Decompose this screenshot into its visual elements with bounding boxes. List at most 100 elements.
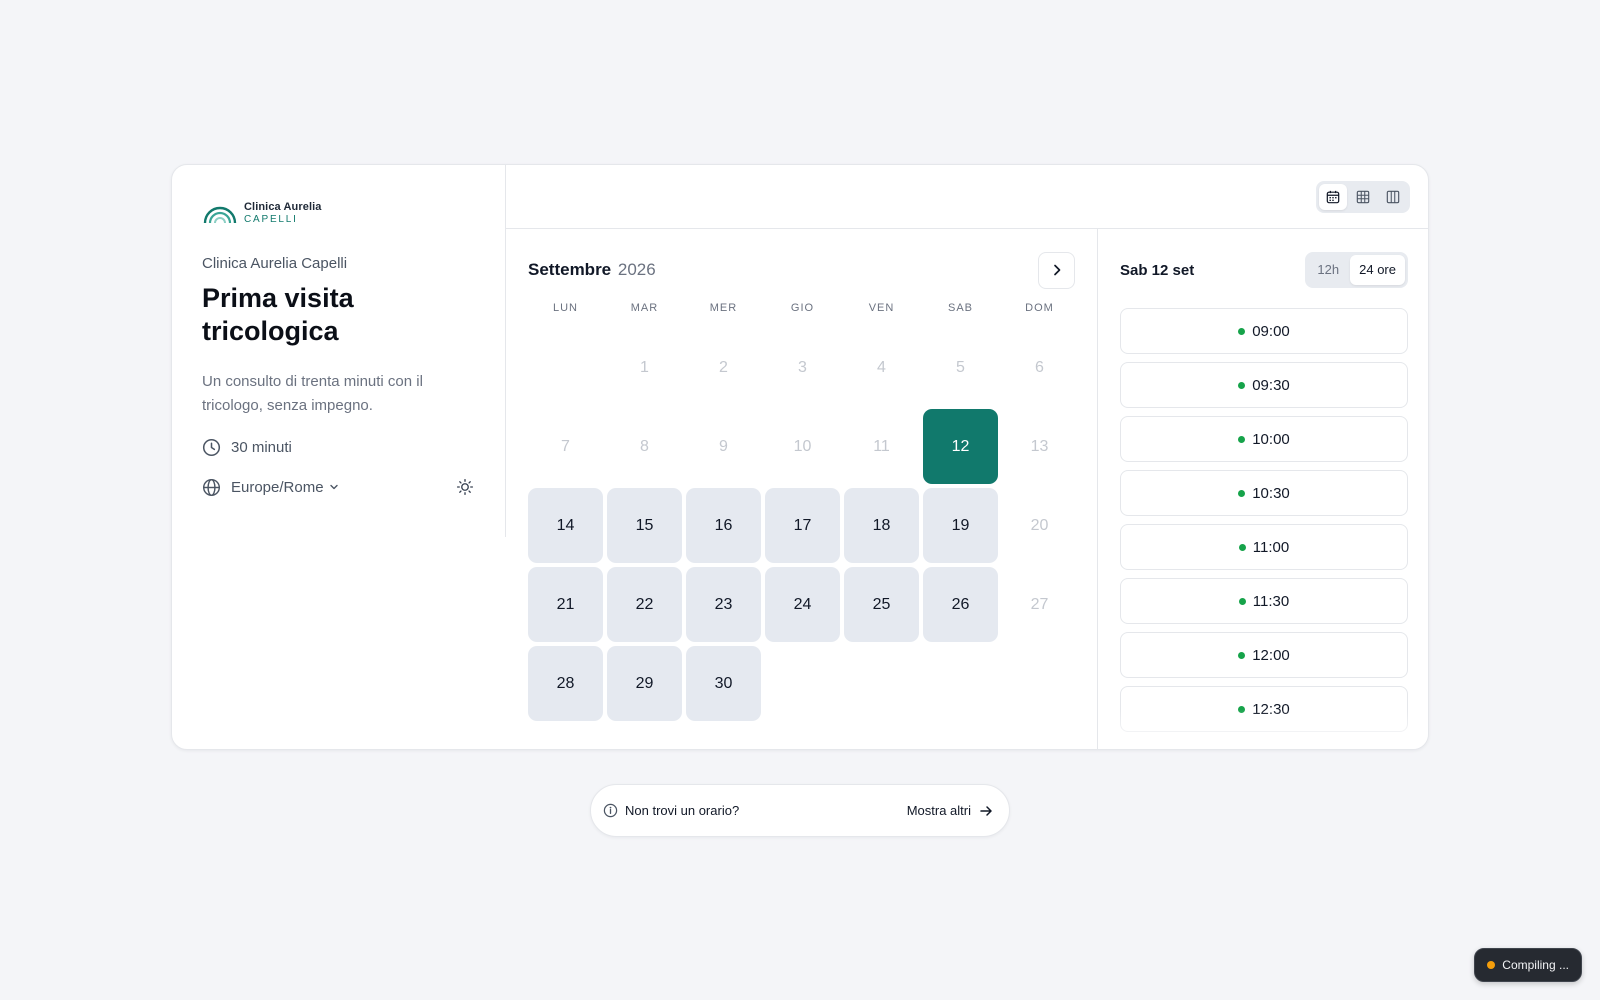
slot-time: 11:00 — [1252, 538, 1290, 556]
unavailable-day: 1 — [640, 358, 649, 376]
day-button[interactable]: 17 — [765, 488, 840, 563]
day-button[interactable]: 18 — [844, 488, 919, 563]
booking-main: Settembre 2026 LUN MAR MER GIO VEN SAB DOM 123… — [506, 165, 1428, 749]
day-button[interactable]: 28 — [528, 646, 603, 721]
time-format-toggle: 12h 24 ore — [1305, 252, 1408, 288]
weekday-label: SAB — [947, 302, 973, 314]
booking-widget: Clinica Aurelia CAPELLI Clinica Aurelia … — [171, 164, 1429, 750]
slot-time: 11:30 — [1252, 592, 1290, 610]
logo-line-2: CAPELLI — [244, 213, 298, 225]
time-slot-button[interactable]: 10:00 — [1120, 416, 1408, 462]
time-format-option[interactable]: 24 ore — [1350, 255, 1405, 285]
empty-day-cell — [528, 330, 603, 405]
day-button[interactable]: 14 — [528, 488, 603, 563]
unavailable-day: 3 — [798, 358, 807, 376]
event-meta-panel: Clinica Aurelia CAPELLI Clinica Aurelia … — [172, 165, 506, 749]
theme-toggle-button[interactable] — [454, 476, 476, 498]
availability-dot — [1238, 435, 1246, 443]
time-slot-button[interactable]: 11:00 — [1120, 524, 1408, 570]
unavailable-day: 10 — [793, 437, 812, 455]
time-slot-button[interactable]: 12:00 — [1120, 632, 1408, 678]
month-view-button[interactable] — [1319, 183, 1347, 210]
next-month-button[interactable] — [1038, 251, 1075, 289]
columns-icon — [1386, 190, 1400, 203]
selected-day-button[interactable]: 12 — [923, 409, 998, 484]
slot-time: 12:30 — [1252, 700, 1290, 718]
unavailable-day: 8 — [640, 437, 649, 455]
availability-dot — [1238, 705, 1246, 713]
availability-dot — [1238, 327, 1246, 335]
weekday-label: MER — [709, 302, 738, 314]
toolbar — [506, 165, 1428, 229]
unavailable-day: 7 — [561, 437, 570, 455]
show-more-button[interactable]: Mostra altri — [907, 803, 993, 818]
arrow-right-icon — [980, 805, 992, 816]
day-button[interactable]: 15 — [607, 488, 682, 563]
availability-dot — [1238, 651, 1246, 659]
timezone-row: Europe/Rome — [202, 476, 476, 498]
unavailable-day: 5 — [956, 358, 965, 376]
selected-date-label: Sab 12 set — [1120, 261, 1195, 279]
day-button[interactable]: 30 — [686, 646, 761, 721]
day-button[interactable]: 25 — [844, 567, 919, 642]
chevron-right-icon — [1053, 264, 1060, 276]
layout-view-toggle — [1316, 180, 1410, 213]
year-label: 2026 — [617, 260, 656, 279]
day-button[interactable]: 19 — [923, 488, 998, 563]
day-button[interactable]: 29 — [607, 646, 682, 721]
rainbow-logo-icon — [203, 206, 237, 224]
calendar-header: Settembre 2026 — [528, 251, 1075, 289]
timezone-value: Europe/Rome — [231, 478, 324, 496]
timezone-group: Europe/Rome — [202, 478, 339, 497]
time-slot-button[interactable]: 09:30 — [1120, 362, 1408, 408]
day-button[interactable]: 24 — [765, 567, 840, 642]
event-title: Prima visita tricologica — [202, 283, 354, 346]
sun-icon — [456, 478, 474, 496]
slots-header: Sab 12 set 12h 24 ore — [1120, 251, 1408, 289]
column-view-button[interactable] — [1379, 184, 1407, 210]
availability-dot — [1238, 489, 1246, 497]
slot-list: 09:00 09:30 10:00 10:30 11:00 11:30 12:00 12:30 — [1120, 308, 1408, 732]
weekday-label: LUN — [552, 302, 578, 314]
chevron-down-icon — [329, 484, 338, 490]
calendar-icon — [1326, 190, 1340, 203]
unavailable-day: 11 — [873, 437, 890, 455]
days-grid: 1 2 3 4 5 6 7 8 9 10 11 12 13 14 15 16 17 18 19 20 21 22 23 24 2… — [528, 330, 1075, 721]
day-button[interactable]: 26 — [923, 567, 998, 642]
day-button[interactable]: 16 — [686, 488, 761, 563]
status-dot — [1487, 961, 1496, 969]
compiling-status-badge: Compiling ... — [1474, 948, 1582, 982]
timezone-select[interactable]: Europe/Rome — [231, 479, 339, 496]
duration-row: 30 minuti — [202, 438, 476, 457]
grid-icon — [1356, 190, 1370, 203]
event-description: Un consulto di trenta minuti con il tric… — [202, 373, 423, 414]
globe-icon — [202, 478, 221, 496]
weekday-label: DOM — [1025, 302, 1054, 314]
unavailable-day: 27 — [1030, 595, 1049, 613]
time-format-option[interactable]: 12h — [1308, 255, 1348, 285]
time-slot-button[interactable]: 09:00 — [1120, 308, 1408, 354]
day-button[interactable]: 23 — [686, 567, 761, 642]
time-slot-button[interactable]: 10:30 — [1120, 470, 1408, 516]
availability-dot — [1238, 543, 1246, 551]
time-slot-button[interactable]: 12:30 — [1120, 686, 1408, 732]
unavailable-day: 20 — [1030, 516, 1049, 534]
availability-dot — [1238, 381, 1246, 389]
week-view-button[interactable] — [1349, 184, 1377, 210]
weekday-header-row: LUN MAR MER GIO VEN SAB DOM — [528, 300, 1075, 316]
day-button[interactable]: 22 — [607, 567, 682, 642]
slot-time: 09:00 — [1252, 322, 1290, 340]
logo-line-1: Clinica Aurelia — [244, 200, 322, 213]
clock-icon — [202, 438, 221, 457]
availability-dot — [1238, 597, 1246, 605]
date-picker: Settembre 2026 LUN MAR MER GIO VEN SAB DOM 123… — [506, 229, 1098, 749]
month-name: Settembre — [528, 260, 612, 279]
time-slot-button[interactable]: 11:30 — [1120, 578, 1408, 624]
weekday-label: VEN — [868, 302, 895, 314]
help-question-text: Non trovi un orario? — [625, 803, 740, 818]
day-button[interactable]: 21 — [528, 567, 603, 642]
booking-content: Settembre 2026 LUN MAR MER GIO VEN SAB DOM 123… — [506, 229, 1428, 749]
weekday-label: MAR — [630, 302, 659, 314]
unavailable-day: 4 — [877, 358, 886, 376]
unavailable-day: 9 — [719, 437, 728, 455]
